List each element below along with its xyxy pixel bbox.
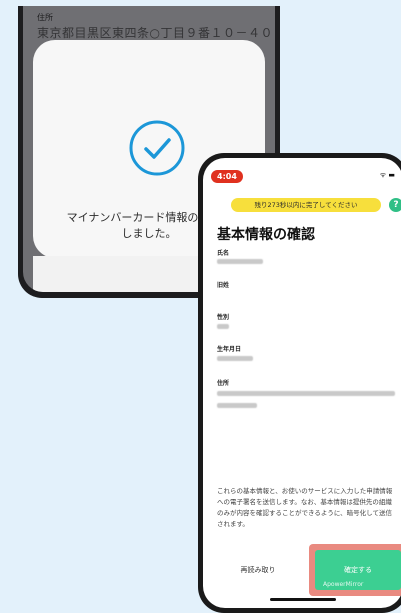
notice-text: これらの基本情報と、お使いのサービスに入力した申請情報への電子署名を送信します。… [217, 487, 393, 528]
status-icons: ᯤ ▬ [379, 171, 395, 179]
field-value-address-line1 [217, 391, 395, 396]
field-value-birthdate [217, 356, 253, 361]
front-phone-screen: 4:04 ᯤ ▬ 残り273秒以内に完了してください ? 基本情報の確認 氏名 … [203, 158, 401, 608]
watermark: ApowerMirror [323, 581, 364, 588]
status-time: 4:04 [211, 170, 243, 183]
field-label-former-name: 旧姓 [217, 282, 230, 289]
field-value-address-line2 [217, 403, 257, 408]
address-value: 東京都目黒区東四条○丁目９番１０－４０１ [37, 26, 275, 40]
help-icon[interactable]: ? [389, 198, 401, 212]
front-phone: 4:04 ᯤ ▬ 残り273秒以内に完了してください ? 基本情報の確認 氏名 … [198, 153, 401, 613]
field-label-birthdate: 生年月日 [217, 346, 242, 353]
home-indicator [270, 598, 336, 601]
field-value-name [217, 259, 263, 264]
reread-button[interactable]: 再読み取り [221, 560, 295, 580]
field-label-address: 住所 [217, 380, 230, 387]
timer-banner: 残り273秒以内に完了してください [231, 198, 381, 212]
check-circle-icon [129, 120, 185, 176]
field-value-gender [217, 324, 229, 329]
field-label-name: 氏名 [217, 250, 230, 257]
address-label: 住所 [37, 13, 53, 22]
page-title: 基本情報の確認 [217, 227, 315, 243]
field-label-gender: 性別 [217, 314, 230, 321]
